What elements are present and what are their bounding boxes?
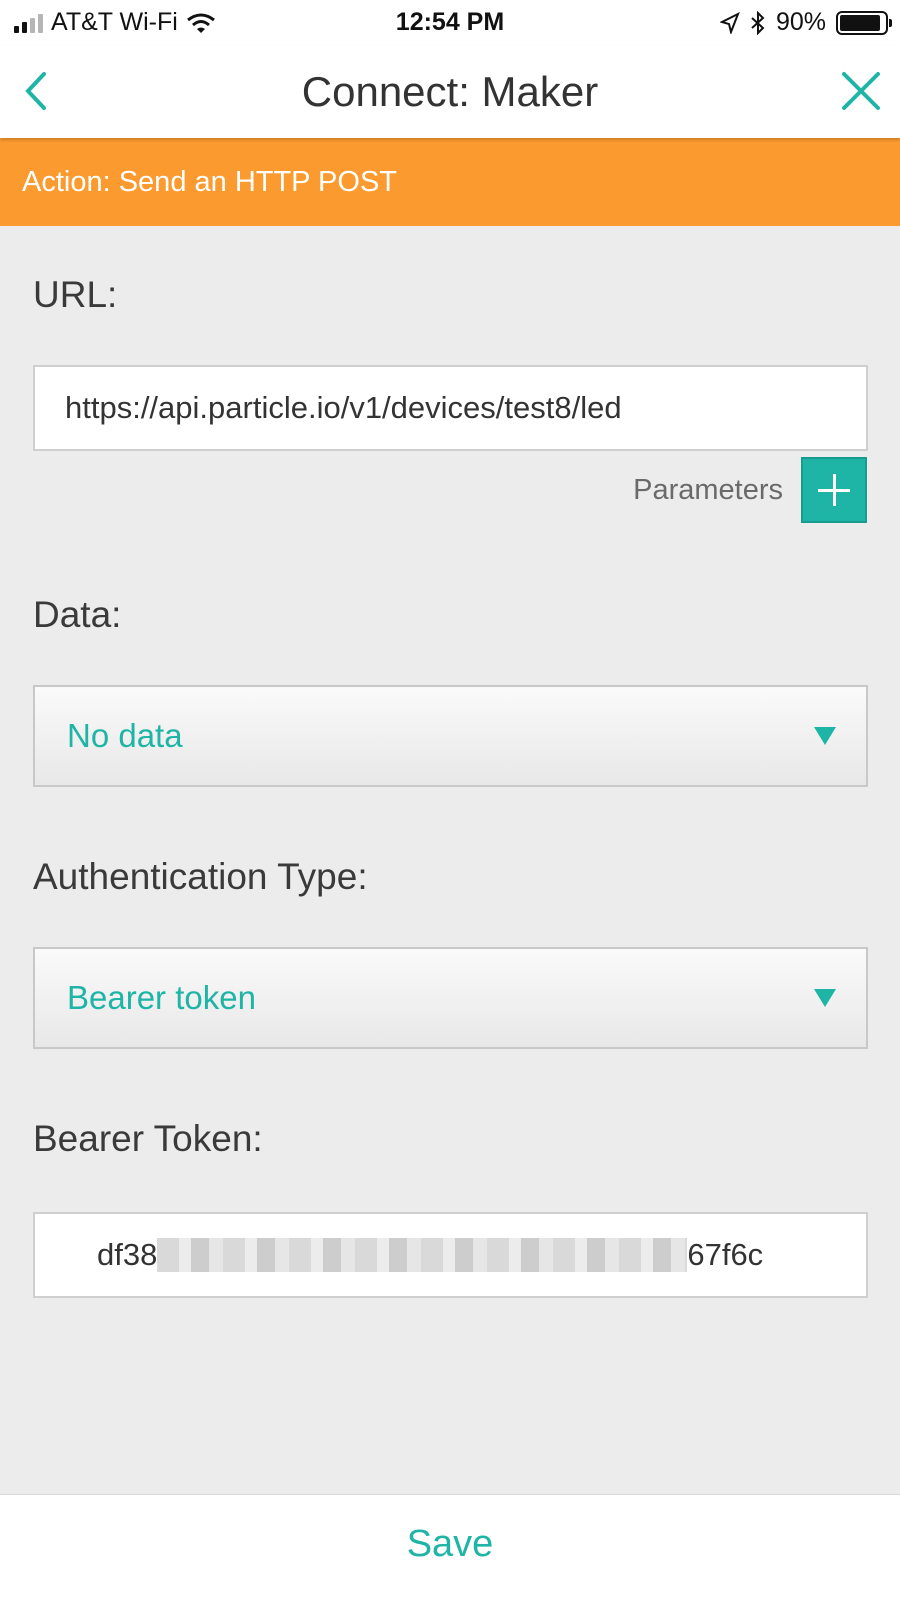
add-parameter-button[interactable] — [801, 457, 867, 523]
bearer-token-label: Bearer Token: — [33, 1118, 263, 1159]
url-value: https://api.particle.io/v1/devices/test8… — [65, 390, 622, 425]
action-banner: Action: Send an HTTP POST — [0, 138, 900, 226]
token-suffix: 67f6c — [687, 1237, 764, 1272]
url-label: URL: — [33, 274, 118, 315]
data-selected-value: No data — [67, 717, 183, 754]
url-input[interactable]: https://api.particle.io/v1/devices/test8… — [33, 365, 868, 451]
bearer-token-input[interactable]: df38 67f6c — [33, 1212, 868, 1298]
nav-bar: Connect: Maker — [0, 46, 900, 138]
redacted-token — [157, 1238, 688, 1272]
token-prefix: df38 — [97, 1237, 158, 1272]
status-bar: AT&T Wi-Fi 12:54 PM 90% — [0, 0, 900, 46]
data-select[interactable]: No data — [33, 685, 868, 787]
caret-down-icon — [814, 727, 836, 745]
battery-fill — [840, 14, 880, 31]
status-right: 90% — [719, 8, 892, 37]
auth-type-select[interactable]: Bearer token — [33, 947, 868, 1049]
save-button[interactable]: Save — [0, 1523, 900, 1566]
bluetooth-icon — [751, 10, 765, 35]
caret-down-icon — [814, 989, 836, 1007]
data-label: Data: — [33, 594, 122, 635]
battery-icon — [836, 10, 892, 35]
parameters-control: Parameters — [633, 457, 867, 523]
auth-type-label: Authentication Type: — [33, 856, 368, 897]
page-title: Connect: Maker — [301, 68, 599, 115]
close-icon[interactable] — [838, 68, 884, 114]
bottom-bar: Save — [0, 1494, 900, 1600]
auth-selected-value: Bearer token — [67, 979, 256, 1016]
battery-percent: 90% — [775, 8, 826, 36]
location-icon — [719, 11, 740, 34]
parameters-label: Parameters — [633, 473, 783, 506]
